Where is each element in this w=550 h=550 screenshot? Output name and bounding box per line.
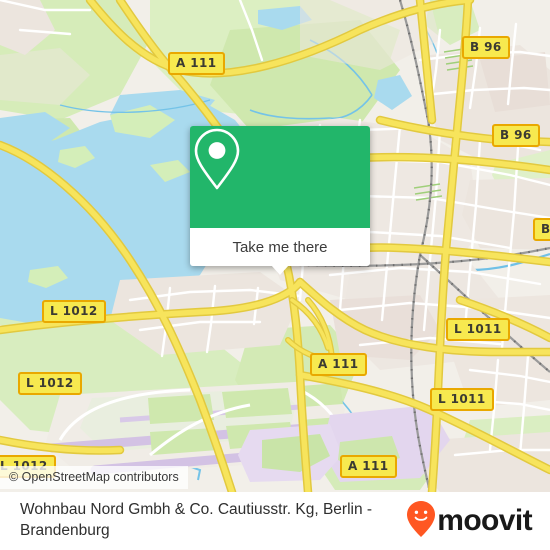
- road-shield-l1011-upper: L 1011: [446, 318, 510, 341]
- map-attribution[interactable]: © OpenStreetMap contributors: [0, 466, 188, 489]
- road-shield-b-clipped: B: [533, 218, 550, 241]
- road-shield-a111-north: A 111: [168, 52, 225, 75]
- take-me-there-button[interactable]: Take me there: [190, 228, 370, 266]
- location-marker-card[interactable]: Take me there: [190, 126, 370, 275]
- road-shield-l1012-upper: L 1012: [42, 300, 106, 323]
- take-me-there-label: Take me there: [232, 238, 328, 256]
- marker-card-pointer: [271, 265, 289, 275]
- road-shield-a111-south: A 111: [340, 455, 397, 478]
- moovit-wordmark: moovit: [437, 504, 532, 537]
- footer-bar: Wohnbau Nord Gmbh & Co. Cautiusstr. Kg, …: [0, 492, 550, 550]
- road-shield-b96-north: B 96: [462, 36, 510, 59]
- road-shield-l1011-lower: L 1011: [430, 388, 494, 411]
- marker-card-header: [190, 126, 370, 228]
- location-title: Wohnbau Nord Gmbh & Co. Cautiusstr. Kg, …: [20, 501, 373, 539]
- road-shield-l1012-mid: L 1012: [18, 372, 82, 395]
- road-shield-b96-east: B 96: [492, 124, 540, 147]
- map-canvas[interactable]: A 111 B 96 B 96 B L 1012 L 1012 L 1012 L…: [0, 0, 550, 492]
- map-screenshot: A 111 B 96 B 96 B L 1012 L 1012 L 1012 L…: [0, 0, 550, 550]
- moovit-pin-logo-icon: [406, 500, 436, 543]
- moovit-logo[interactable]: moovit: [406, 500, 550, 543]
- road-shield-a111-mid: A 111: [310, 353, 367, 376]
